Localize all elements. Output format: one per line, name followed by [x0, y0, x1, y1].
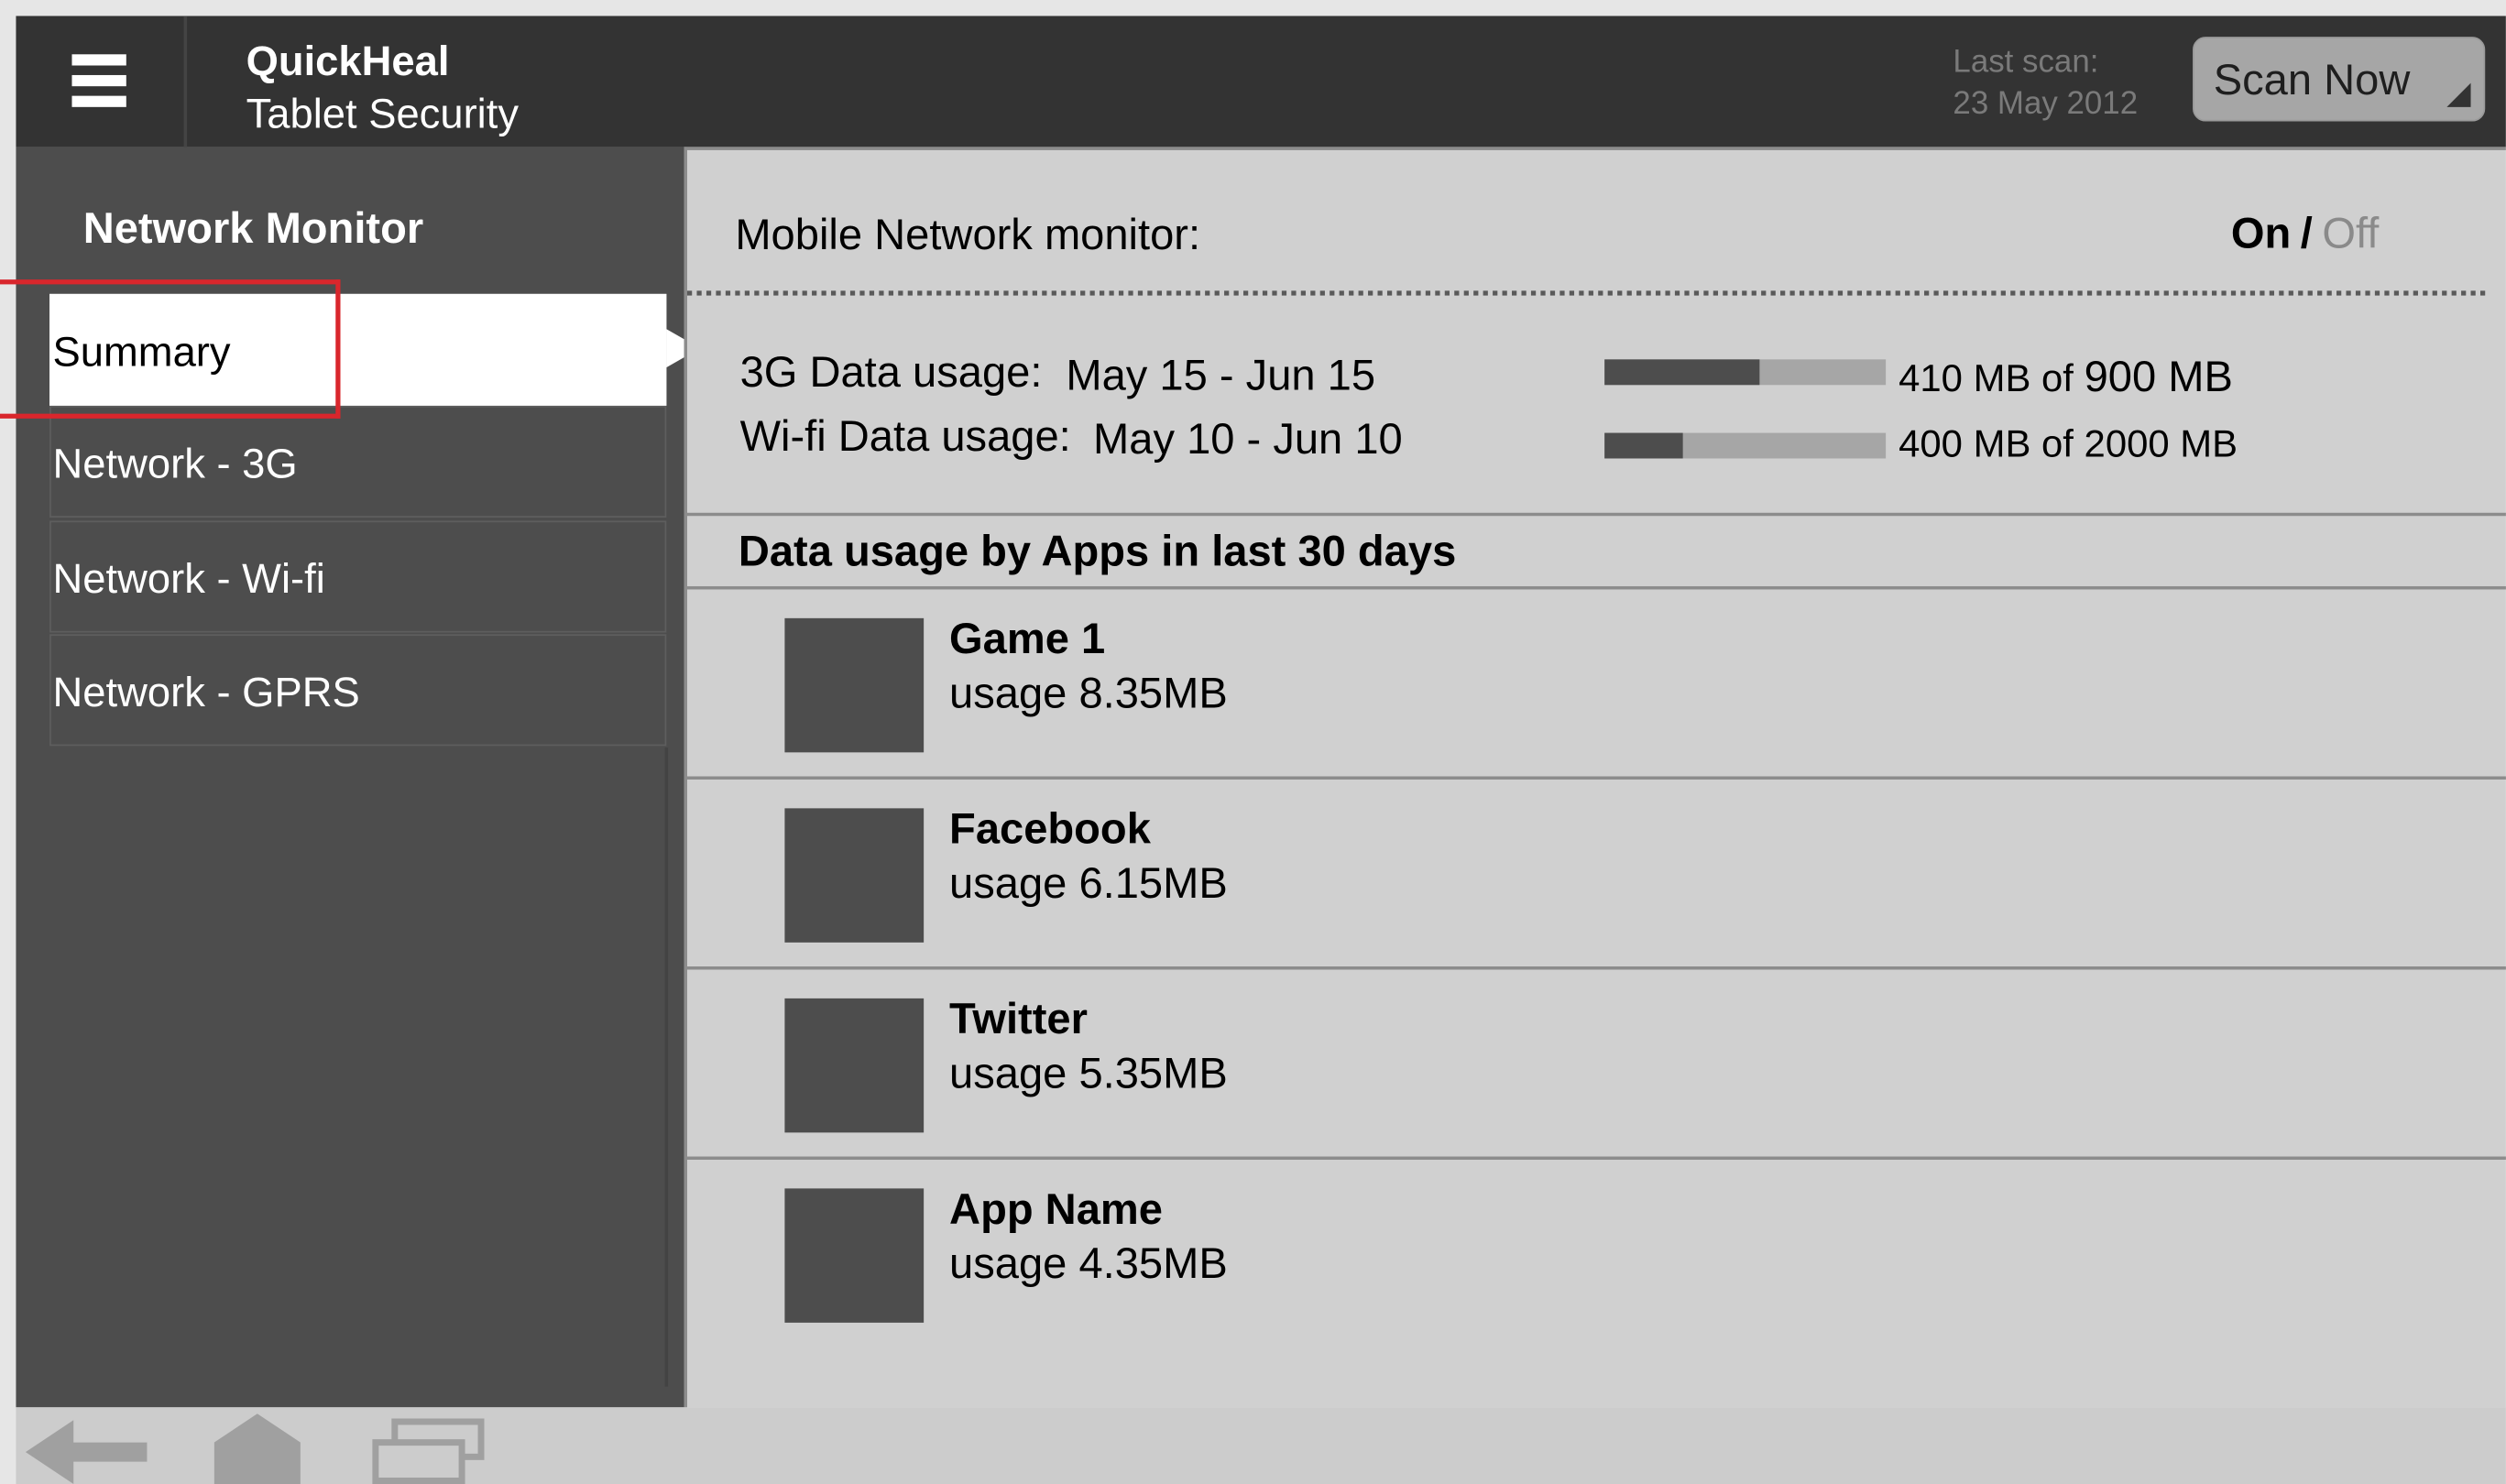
app-name: Game 1 — [949, 615, 1106, 663]
app-icon — [784, 1188, 925, 1323]
app-name: QuickHeal — [246, 37, 450, 85]
home-icon[interactable] — [213, 1413, 301, 1484]
left-gutter — [0, 0, 16, 1484]
usage-3g-used: 410 MB of — [1899, 357, 2074, 401]
sidebar-title: Network Monitor — [82, 204, 424, 253]
app-icon — [784, 998, 925, 1133]
app-subtitle: Tablet Security — [246, 89, 520, 137]
last-scan-date: 23 May 2012 — [1953, 86, 2139, 122]
sidebar-item-label: Network - 3G — [52, 439, 298, 487]
scan-now-button[interactable]: Scan Now — [2193, 37, 2486, 122]
sidebar-item-network-gprs[interactable]: Network - GPRS — [49, 634, 667, 747]
app-usage: usage 8.35MB — [949, 669, 1228, 717]
sidebar-item-label: Network - GPRS — [52, 667, 360, 716]
usage-3g-bar-fill — [1604, 359, 1760, 386]
app-icon — [784, 617, 925, 753]
app-window: QuickHeal Tablet Security Last scan: 23 … — [0, 0, 2506, 1484]
app-usage: usage 6.15MB — [949, 859, 1228, 908]
usage-3g-range: May 15 - Jun 15 — [1066, 351, 1376, 399]
dotted-divider — [687, 290, 2486, 296]
hamburger-icon — [71, 95, 126, 107]
usage-wifi-bar — [1604, 432, 1887, 459]
apps-heading: Data usage by Apps in last 30 days — [738, 527, 1457, 575]
header-bar: QuickHeal Tablet Security Last scan: 23 … — [16, 16, 2506, 147]
usage-wifi-range: May 10 - Jun 10 — [1093, 415, 1403, 464]
back-arrow-icon[interactable] — [25, 1420, 150, 1484]
usage-3g-amount: 410 MB of 900 MB — [1899, 353, 2233, 402]
app-usage: usage 5.35MB — [949, 1049, 1228, 1097]
toggle-off-label[interactable]: Off — [2322, 209, 2379, 256]
highlight-annotation — [0, 279, 341, 419]
list-item[interactable]: App Name usage 4.35MB — [687, 1160, 2506, 1350]
last-scan-info: Last scan: 23 May 2012 — [1953, 41, 2138, 125]
sidebar-item-network-wifi[interactable]: Network - Wi-fi — [49, 520, 667, 633]
toggle-on-label[interactable]: On — [2231, 209, 2291, 256]
main-content: Mobile Network monitor: On / Off 3G Data u… — [684, 147, 2506, 1408]
usage-3g-bar — [1604, 359, 1887, 386]
menu-button[interactable] — [16, 16, 188, 147]
usage-wifi-label: Wi-fi Data usage: — [739, 411, 1071, 461]
toggle-separator: / — [2300, 209, 2313, 257]
usage-wifi-amount: 400 MB of 2000 MB — [1899, 423, 2238, 467]
scan-now-label: Scan Now — [2213, 56, 2411, 104]
sidebar-divider — [664, 747, 669, 1387]
app-icon — [784, 808, 925, 943]
usage-3g-total: 900 MB — [2084, 353, 2233, 401]
last-scan-label: Last scan: — [1953, 44, 2099, 81]
usage-3g-label: 3G Data usage: — [739, 348, 1043, 397]
section-divider — [687, 512, 2506, 517]
monitor-toggle[interactable]: On / Off — [2231, 209, 2379, 258]
app-name: App Name — [949, 1184, 1163, 1234]
list-item[interactable]: Game 1 usage 8.35MB — [687, 589, 2506, 780]
app-title: QuickHeal Tablet Security — [246, 35, 519, 140]
dropdown-corner-icon — [2446, 82, 2471, 107]
list-item[interactable]: Facebook usage 6.15MB — [687, 780, 2506, 970]
hamburger-icon — [71, 74, 126, 87]
system-nav-bar — [16, 1407, 2506, 1484]
recent-apps-icon[interactable] — [371, 1417, 489, 1484]
monitor-label: Mobile Network monitor: — [735, 211, 1201, 259]
hamburger-icon — [71, 54, 126, 66]
list-item[interactable]: Twitter usage 5.35MB — [687, 969, 2506, 1160]
usage-wifi-bar-fill — [1604, 432, 1684, 459]
sidebar-item-label: Network - Wi-fi — [52, 554, 325, 603]
sidebar-item-network-3g[interactable]: Network - 3G — [49, 405, 667, 518]
app-name: Facebook — [949, 804, 1151, 854]
app-usage: usage 4.35MB — [949, 1239, 1228, 1288]
app-name: Twitter — [949, 995, 1088, 1043]
